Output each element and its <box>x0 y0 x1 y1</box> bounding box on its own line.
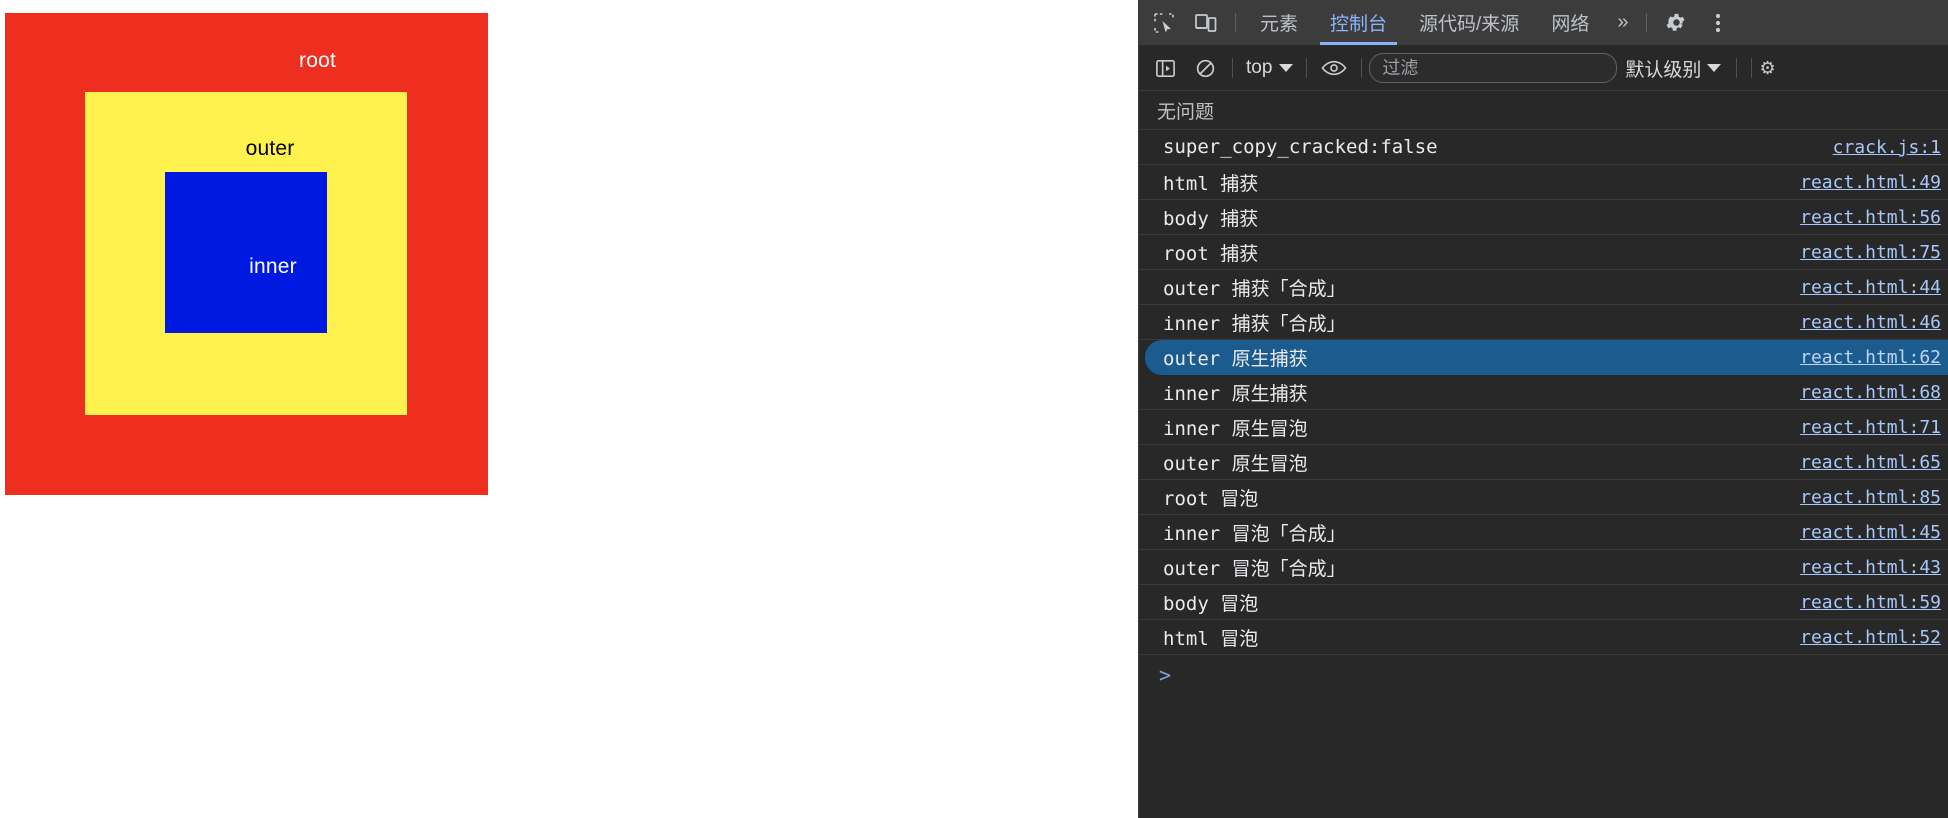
table-row[interactable]: root 捕获 react.html:75 <box>1139 235 1948 270</box>
tabbar-divider-1 <box>1235 13 1236 32</box>
console-filter-toolbar: top 默认级别 ⚙ <box>1139 46 1948 91</box>
box-outer[interactable]: outer inner <box>85 92 407 415</box>
console-message: inner 冒泡「合成」 <box>1163 522 1346 545</box>
table-row[interactable]: body 冒泡 react.html:59 <box>1139 585 1948 620</box>
device-toolbar-icon[interactable] <box>1185 7 1227 39</box>
console-message: html 捕获 <box>1163 172 1259 195</box>
chevron-down-icon <box>1279 64 1294 72</box>
console-source-link[interactable]: react.html:71 <box>1800 417 1943 438</box>
console-source-link[interactable]: react.html:68 <box>1800 382 1943 403</box>
table-row[interactable]: super_copy_cracked:false crack.js:1 <box>1139 130 1948 165</box>
console-message: body 冒泡 <box>1163 592 1259 615</box>
console-message: root 冒泡 <box>1163 487 1259 510</box>
box-root-label: root <box>299 49 336 72</box>
console-source-link[interactable]: react.html:43 <box>1800 557 1943 578</box>
console-message: outer 冒泡「合成」 <box>1163 557 1346 580</box>
console-source-link[interactable]: crack.js:1 <box>1833 137 1943 158</box>
demo-page: root outer inner <box>0 0 1138 818</box>
console-message: body 捕获 <box>1163 207 1259 230</box>
box-outer-label: outer <box>245 137 295 160</box>
console-message: outer 捕获「合成」 <box>1163 277 1346 300</box>
tab-elements-label: 元素 <box>1260 14 1299 35</box>
console-message: inner 捕获「合成」 <box>1163 312 1346 335</box>
more-tabs-icon[interactable]: » <box>1605 0 1638 45</box>
console-message: root 捕获 <box>1163 242 1259 265</box>
execution-context-value: top <box>1246 57 1273 78</box>
tab-console-label: 控制台 <box>1330 14 1388 35</box>
issues-status-bar[interactable]: 无问题 <box>1139 91 1948 130</box>
tabbar-divider-2 <box>1646 13 1648 32</box>
console-source-link[interactable]: react.html:65 <box>1800 452 1943 473</box>
console-source-link[interactable]: react.html:62 <box>1800 347 1943 368</box>
issues-status-label: 无问题 <box>1157 101 1215 123</box>
live-expression-icon[interactable] <box>1314 53 1354 83</box>
console-message: outer 原生冒泡 <box>1163 452 1308 475</box>
table-row[interactable]: html 冒泡 react.html:52 <box>1139 620 1948 655</box>
execution-context-select[interactable]: top <box>1240 57 1299 79</box>
clear-console-icon[interactable] <box>1185 53 1225 83</box>
console-message: html 冒泡 <box>1163 627 1259 650</box>
console-message: outer 原生捕获 <box>1163 347 1308 370</box>
kebab-menu-icon[interactable] <box>1697 7 1739 39</box>
box-inner[interactable]: inner <box>165 172 327 333</box>
filterbar-divider-4 <box>1736 58 1738 78</box>
filterbar-divider-5 <box>1751 58 1753 78</box>
log-level-select[interactable]: 默认级别 <box>1617 55 1729 82</box>
tab-elements[interactable]: 元素 <box>1244 0 1314 45</box>
gear-icon[interactable] <box>1655 7 1697 39</box>
devtools-panel: 元素 控制台 源代码/来源 网络 » top 过滤 默认级别 ⚙ 无问题 sup… <box>1138 0 1948 818</box>
console-sidebar-icon[interactable] <box>1145 53 1185 83</box>
console-source-link[interactable]: react.html:46 <box>1800 312 1943 333</box>
table-row[interactable]: inner 冒泡「合成」 react.html:45 <box>1139 515 1948 550</box>
tab-console[interactable]: 控制台 <box>1314 0 1403 45</box>
filterbar-divider-1 <box>1232 58 1233 78</box>
table-row[interactable]: body 捕获 react.html:56 <box>1139 200 1948 235</box>
table-row[interactable]: inner 原生冒泡 react.html:71 <box>1139 410 1948 445</box>
table-row[interactable]: outer 原生冒泡 react.html:65 <box>1139 445 1948 480</box>
tab-network[interactable]: 网络 <box>1535 0 1605 45</box>
table-row-selected[interactable]: outer 原生捕获 react.html:62 <box>1145 340 1948 375</box>
settings-overflow-icon[interactable]: ⚙ <box>1759 58 1777 79</box>
table-row[interactable]: inner 原生捕获 react.html:68 <box>1139 375 1948 410</box>
table-row[interactable]: html 捕获 react.html:49 <box>1139 165 1948 200</box>
table-row[interactable]: root 冒泡 react.html:85 <box>1139 480 1948 515</box>
console-source-link[interactable]: react.html:56 <box>1800 207 1943 228</box>
console-message: inner 原生冒泡 <box>1163 417 1308 440</box>
console-source-link[interactable]: react.html:75 <box>1800 242 1943 263</box>
console-filter-input[interactable] <box>1369 53 1618 83</box>
console-message: inner 原生捕获 <box>1163 382 1308 405</box>
log-level-value: 默认级别 <box>1625 59 1702 81</box>
console-source-link[interactable]: react.html:85 <box>1800 487 1943 508</box>
screen: root outer inner 元素 控制台 源代码/来源 网络 » top … <box>0 0 1948 818</box>
filterbar-divider-2 <box>1306 58 1308 78</box>
chevron-down-icon <box>1707 64 1722 72</box>
filterbar-divider-3 <box>1361 58 1363 78</box>
table-row[interactable]: outer 捕获「合成」 react.html:44 <box>1139 270 1948 305</box>
box-root[interactable]: root outer inner <box>5 13 488 495</box>
console-prompt[interactable]: > <box>1139 655 1948 695</box>
console-log-list[interactable]: super_copy_cracked:false crack.js:1 html… <box>1139 130 1948 818</box>
console-source-link[interactable]: react.html:59 <box>1800 592 1943 613</box>
table-row[interactable]: inner 捕获「合成」 react.html:46 <box>1139 305 1948 340</box>
inspect-element-icon[interactable] <box>1143 7 1185 39</box>
console-source-link[interactable]: react.html:52 <box>1800 627 1943 648</box>
console-source-link[interactable]: react.html:45 <box>1800 522 1943 543</box>
tab-sources-label: 源代码/来源 <box>1419 14 1520 35</box>
box-inner-label: inner <box>249 255 297 278</box>
prompt-caret-icon: > <box>1159 663 1172 687</box>
devtools-tabbar: 元素 控制台 源代码/来源 网络 » <box>1139 0 1948 46</box>
tab-sources[interactable]: 源代码/来源 <box>1403 0 1535 45</box>
console-source-link[interactable]: react.html:49 <box>1800 172 1943 193</box>
console-message: super_copy_cracked:false <box>1163 136 1438 158</box>
console-source-link[interactable]: react.html:44 <box>1800 277 1943 298</box>
table-row[interactable]: outer 冒泡「合成」 react.html:43 <box>1139 550 1948 585</box>
tab-network-label: 网络 <box>1551 14 1590 35</box>
